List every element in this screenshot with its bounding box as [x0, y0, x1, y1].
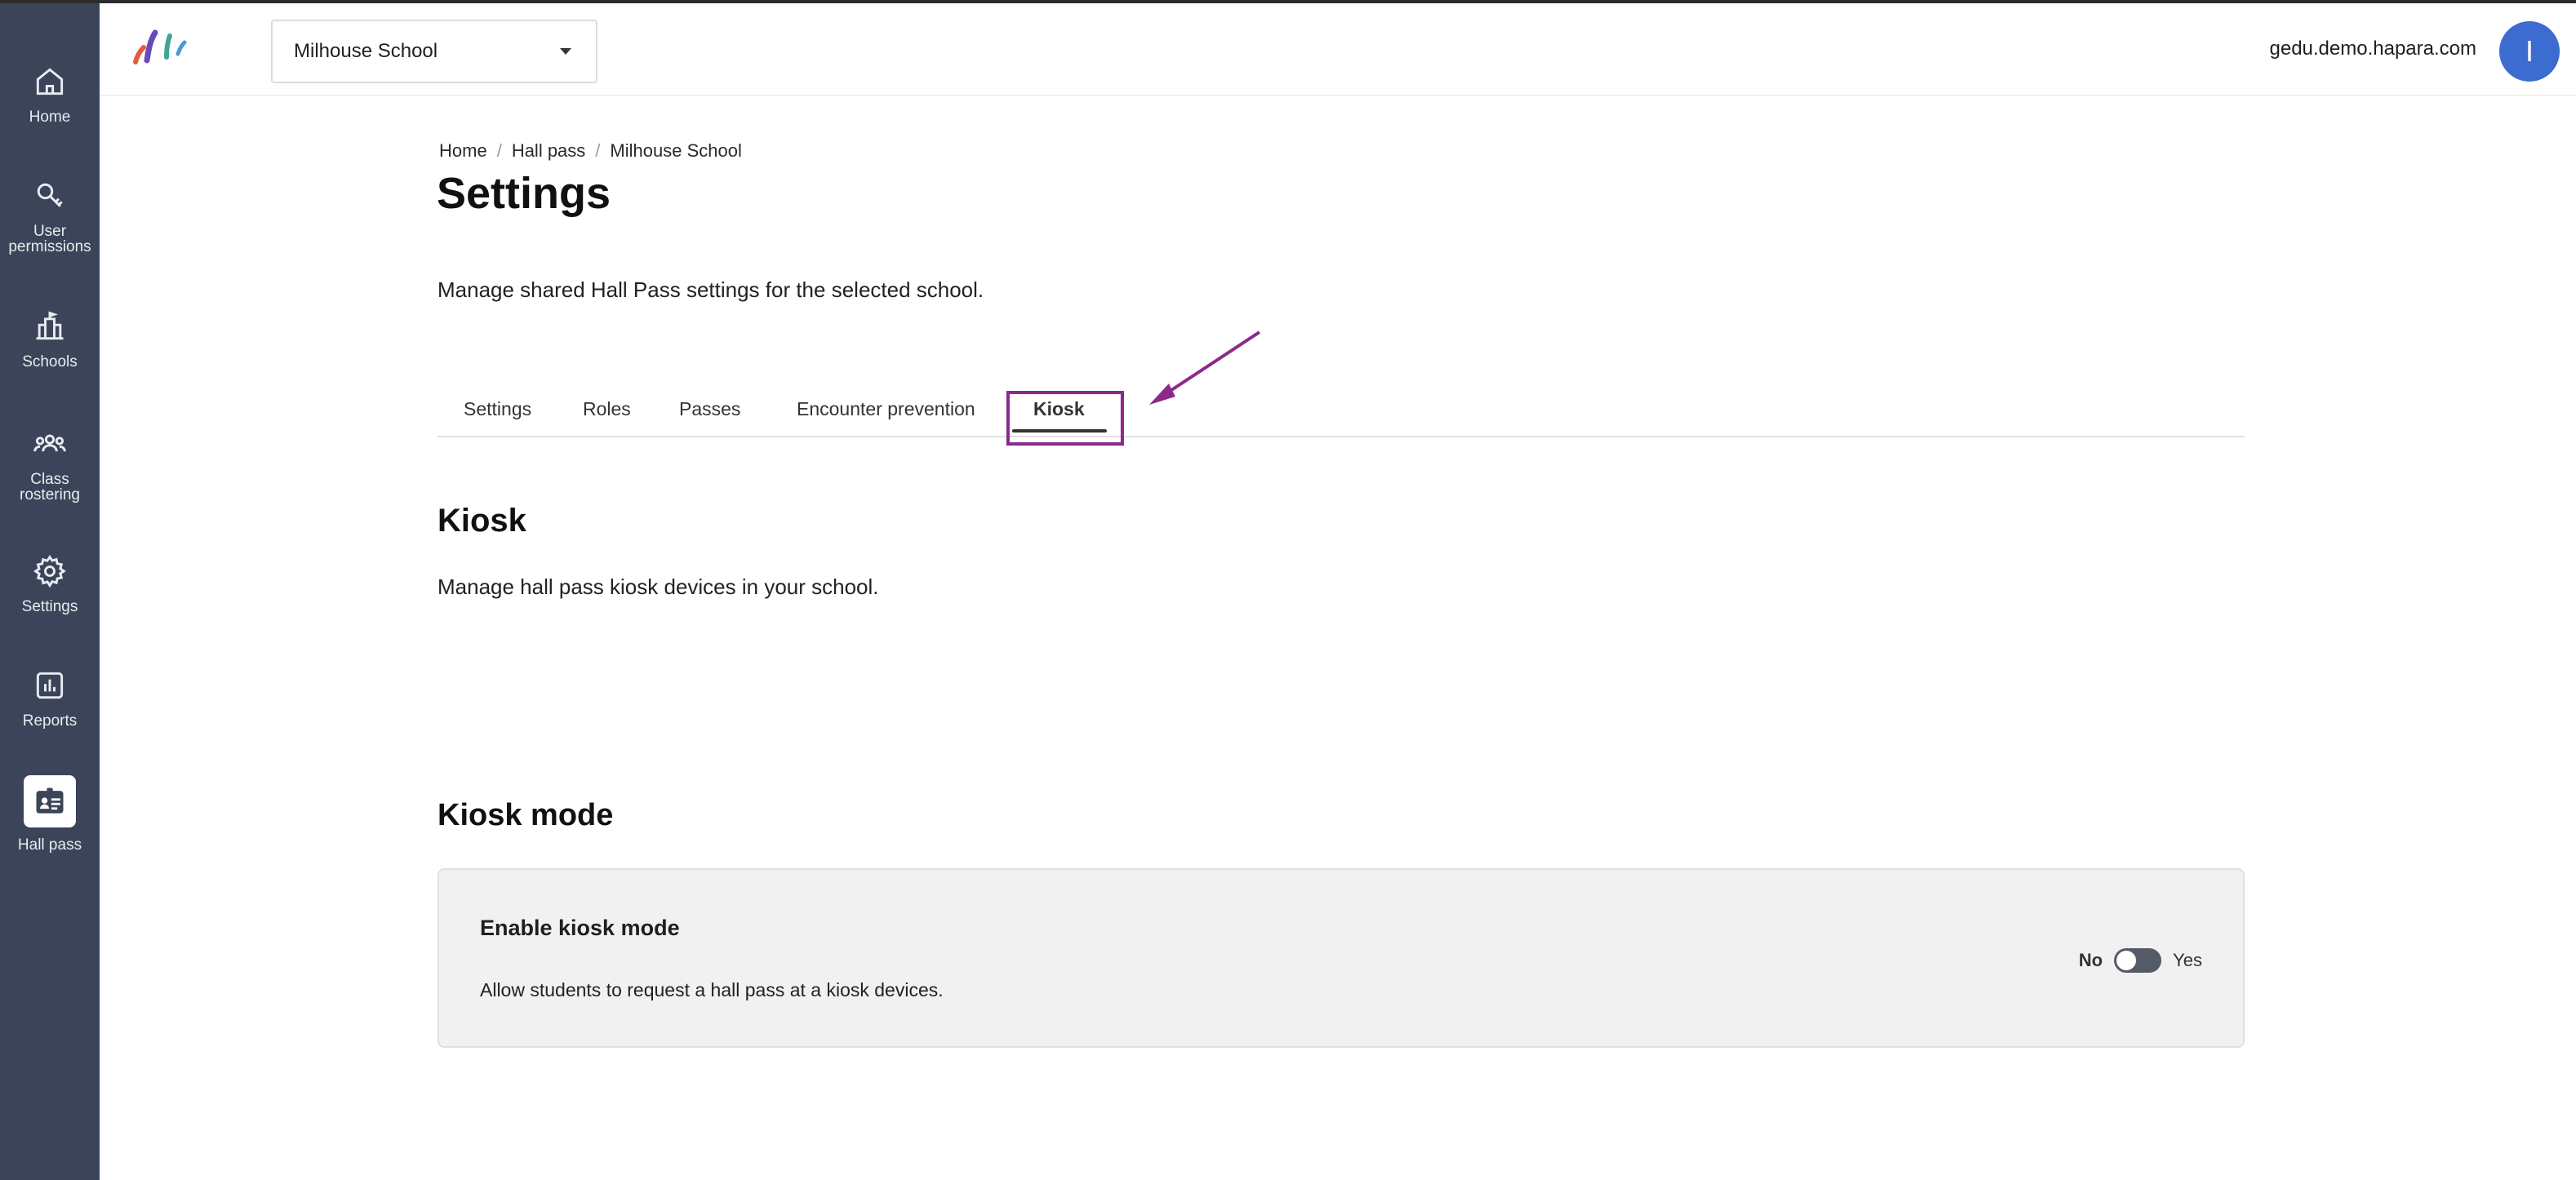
breadcrumb: Home / Hall pass / Milhouse School	[439, 140, 742, 162]
tab-passes[interactable]: Passes	[679, 398, 740, 420]
sidebar-item-hall-pass[interactable]: Hall pass	[0, 775, 100, 854]
sidebar-item-user-permissions[interactable]: User permissions	[0, 178, 100, 255]
home-icon	[36, 68, 64, 95]
toggle-no-label: No	[2078, 950, 2103, 970]
sidebar-active-indicator	[24, 775, 76, 827]
school-select-value: Milhouse School	[294, 40, 438, 62]
sidebar: Home User permissions Schools Class rost…	[0, 3, 100, 1180]
sidebar-item-class-rostering[interactable]: Class rostering	[0, 426, 100, 503]
annotation-arrow-icon	[1149, 330, 1261, 405]
school-select-dropdown[interactable]: Milhouse School	[271, 20, 597, 83]
sidebar-item-settings[interactable]: Settings	[0, 553, 100, 615]
sidebar-item-label: Home	[29, 109, 71, 126]
people-icon	[33, 434, 66, 452]
school-icon	[36, 311, 64, 340]
kiosk-section-title: Kiosk	[437, 503, 526, 539]
toggle-knob	[2116, 951, 2137, 970]
kiosk-section-description: Manage hall pass kiosk devices in your s…	[437, 574, 879, 599]
sidebar-item-home[interactable]: Home	[0, 64, 100, 126]
key-icon	[37, 183, 63, 207]
sidebar-item-reports[interactable]: Reports	[0, 668, 100, 730]
user-avatar[interactable]: I	[2499, 21, 2560, 82]
tab-roles[interactable]: Roles	[583, 398, 631, 420]
kiosk-mode-card: Enable kiosk mode Allow students to requ…	[437, 868, 2245, 1048]
settings-tabs: Settings Roles Passes Encounter preventi…	[437, 384, 2245, 437]
sidebar-item-label: User permissions	[8, 223, 91, 255]
toggle-yes-label: Yes	[2173, 950, 2202, 970]
avatar-initial: I	[2525, 34, 2534, 68]
caret-down-icon	[560, 48, 571, 55]
kiosk-mode-card-description: Allow students to request a hall pass at…	[480, 979, 944, 1000]
page-title: Settings	[437, 169, 611, 218]
breadcrumb-separator: /	[595, 140, 601, 161]
breadcrumb-hall-pass-link[interactable]: Hall pass	[512, 140, 585, 162]
kiosk-mode-title: Kiosk mode	[437, 798, 614, 832]
kiosk-mode-card-title: Enable kiosk mode	[480, 916, 680, 940]
top-header: Milhouse School gedu.demo.hapara.com I	[100, 3, 2576, 96]
page-description: Manage shared Hall Pass settings for the…	[437, 277, 984, 302]
sidebar-item-label: Schools	[22, 353, 78, 370]
hapara-logo	[133, 29, 187, 64]
sidebar-item-label: Class rostering	[20, 471, 80, 503]
sidebar-item-label: Settings	[21, 598, 78, 615]
account-domain: gedu.demo.hapara.com	[2269, 38, 2477, 60]
id-card-icon	[36, 787, 64, 814]
breadcrumb-home-link[interactable]: Home	[439, 140, 487, 162]
annotation-highlight-box	[1006, 391, 1124, 446]
tab-encounter-prevention[interactable]: Encounter prevention	[797, 398, 975, 420]
sidebar-item-label: Hall pass	[17, 836, 82, 854]
kiosk-mode-toggle-group: No Yes	[2079, 948, 2202, 973]
breadcrumb-separator: /	[496, 140, 502, 161]
sidebar-item-schools[interactable]: Schools	[0, 308, 100, 370]
breadcrumb-current: Milhouse School	[610, 140, 742, 161]
gear-icon	[33, 554, 66, 588]
tab-settings[interactable]: Settings	[464, 398, 531, 420]
chart-icon	[36, 672, 64, 699]
sidebar-item-label: Reports	[22, 712, 78, 730]
kiosk-mode-toggle[interactable]	[2114, 948, 2162, 973]
